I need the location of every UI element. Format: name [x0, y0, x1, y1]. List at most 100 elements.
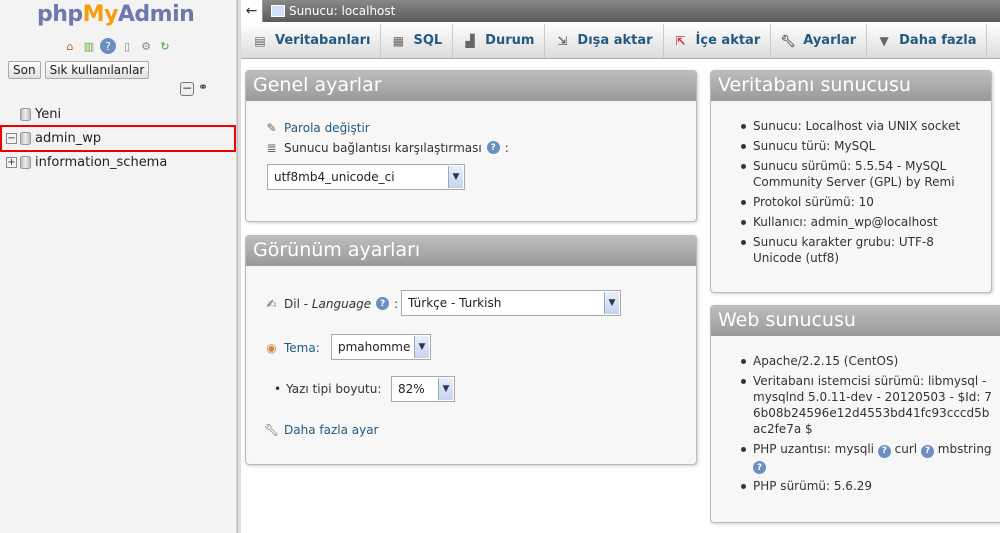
- theme-select[interactable]: pmahomme ▼: [331, 334, 431, 360]
- nav-icon-bar: ⌂ ▥ ? ▯ ⚙ ↻: [62, 38, 173, 54]
- settings-gear-icon[interactable]: ⚙: [138, 38, 154, 54]
- tree-controls: − ⚭: [180, 81, 210, 96]
- language-label-italic: Language: [311, 296, 372, 311]
- triangle-down-icon: ▼: [879, 33, 889, 48]
- tab-export[interactable]: ⇲ Dışa aktar: [545, 23, 664, 58]
- tab-label: Dışa aktar: [577, 33, 653, 48]
- change-password-row: ✎ Parola değiştir: [264, 120, 370, 135]
- home-icon[interactable]: ⌂: [62, 38, 78, 54]
- favorites-button[interactable]: Sık kullanılanlar: [44, 61, 150, 79]
- selection-highlight: [0, 125, 236, 152]
- server-icon: [271, 5, 285, 17]
- help-icon[interactable]: ?: [920, 444, 934, 458]
- panel-resizer[interactable]: [237, 0, 241, 533]
- recent-favorites-bar: Son Sık kullanılanlar: [8, 61, 150, 79]
- list-item: Kullanıcı: admin_wp@localhost: [739, 214, 981, 230]
- phpmyadmin-logo[interactable]: phpMyAdmin: [37, 2, 195, 27]
- sql-icon: ▦: [392, 33, 405, 48]
- tab-label: Daha fazla: [899, 33, 977, 48]
- language-label-text: Dil -: [284, 296, 312, 311]
- theme-palette-icon: ◉: [266, 340, 277, 355]
- font-size-row: • Yazı tipi boyutu:: [274, 382, 381, 396]
- docs-icon[interactable]: ▯: [119, 38, 135, 54]
- collation-row: ≣ Sunucu bağlantısı karşılaştırması ?:: [264, 140, 509, 155]
- server-breadcrumb-bar: ← Sunucu: localhost: [241, 0, 1000, 22]
- help-icon[interactable]: ?: [877, 444, 891, 458]
- panel-title: Genel ayarlar: [246, 71, 696, 101]
- database-icon: ▤: [254, 33, 266, 48]
- language-icon: ✍: [266, 296, 277, 311]
- tab-status[interactable]: ▟ Durum: [453, 23, 546, 58]
- font-size-value: 82%: [398, 382, 425, 396]
- list-item: Sunucu türü: MySQL: [739, 138, 981, 154]
- help-icon[interactable]: ?: [376, 297, 390, 310]
- tab-import[interactable]: ⇱ İçe aktar: [664, 23, 772, 58]
- tab-settings[interactable]: 🔧︎ Ayarlar: [771, 23, 868, 58]
- tab-databases[interactable]: ▤ Veritabanları: [243, 23, 382, 58]
- tab-label: Durum: [485, 33, 535, 48]
- server-breadcrumb[interactable]: Sunucu: localhost: [271, 4, 395, 18]
- tab-label: Veritabanları: [275, 33, 371, 48]
- chevron-down-icon: ▼: [448, 166, 463, 188]
- language-select[interactable]: Türkçe - Turkish ▼: [401, 290, 621, 316]
- php-ext-mbstring: mbstring: [937, 442, 992, 456]
- database-server-info: Sunucu: Localhost via UNIX socket Sunucu…: [711, 101, 991, 266]
- logo-php: php: [37, 2, 83, 27]
- tree-item-label: information_schema: [35, 154, 168, 170]
- panel-title: Veritabanı sunucusu: [711, 71, 991, 101]
- collation-value: utf8mb4_unicode_ci: [274, 170, 395, 184]
- list-item: PHP sürümü: 5.6.29: [739, 478, 996, 494]
- collation-select[interactable]: utf8mb4_unicode_ci ▼: [267, 164, 465, 190]
- php-ext-label: PHP uzantısı: mysqli: [753, 442, 874, 456]
- password-icon: ✎: [266, 120, 277, 135]
- help-icon[interactable]: ?: [100, 38, 116, 54]
- help-icon[interactable]: ?: [753, 461, 766, 474]
- wrench-icon: 🔧︎: [263, 422, 280, 437]
- main-tabs: ▤ Veritabanları ▦ SQL ▟ Durum ⇲ Dışa aktar ⇱…: [241, 23, 1000, 59]
- status-chart-icon: ▟: [465, 33, 475, 48]
- language-label: Dil - Language: [284, 297, 371, 311]
- list-item: Apache/2.2.15 (CentOS): [739, 353, 996, 369]
- collation-label: Sunucu bağlantısı karşılaştırması: [284, 140, 482, 155]
- database-server-panel: Veritabanı sunucusu Sunucu: Localhost vi…: [710, 70, 992, 293]
- tree-item-information-schema[interactable]: + information_schema: [6, 152, 167, 172]
- language-row: ✍ Dil - Language ?:: [264, 296, 398, 311]
- bullet: •: [274, 382, 282, 396]
- logout-icon[interactable]: ▥: [81, 38, 97, 54]
- database-icon: [20, 155, 31, 169]
- tree-item-new[interactable]: Yeni: [20, 104, 61, 124]
- theme-value: pmahomme: [338, 340, 411, 354]
- tab-sql[interactable]: ▦ SQL: [381, 23, 454, 58]
- tab-label: Ayarlar: [803, 33, 857, 48]
- php-ext-curl: curl: [894, 442, 918, 456]
- export-icon: ⇲: [557, 33, 568, 48]
- import-icon: ⇱: [675, 33, 686, 48]
- database-server-list: Sunucu: Localhost via UNIX socket Sunucu…: [739, 118, 981, 266]
- theme-link[interactable]: Tema:: [284, 341, 320, 355]
- tab-label: SQL: [413, 33, 443, 48]
- chevron-down-icon: ▼: [438, 378, 453, 400]
- logo-my: My: [82, 2, 119, 27]
- reload-icon[interactable]: ↻: [157, 38, 173, 54]
- font-size-select[interactable]: 82% ▼: [391, 376, 455, 402]
- navigation-panel: phpMyAdmin ⌂ ▥ ? ▯ ⚙ ↻ Son Sık kullanıla…: [0, 0, 237, 533]
- chevron-down-icon: ▼: [604, 292, 619, 314]
- more-settings-link[interactable]: Daha fazla ayar: [284, 423, 379, 437]
- panel-title: Web sunucusu: [711, 306, 1000, 336]
- help-icon[interactable]: ?: [486, 141, 500, 154]
- list-item: Sunucu: Localhost via UNIX socket: [739, 118, 981, 134]
- font-size-label: Yazı tipi boyutu:: [286, 382, 382, 396]
- language-value: Türkçe - Turkish: [408, 296, 502, 310]
- expand-icon[interactable]: +: [6, 156, 17, 168]
- colon: :: [394, 296, 399, 311]
- link-with-main-icon[interactable]: ⚭: [196, 81, 210, 96]
- list-item: Protokol sürümü: 10: [739, 194, 981, 210]
- colon: :: [504, 140, 509, 155]
- recent-button[interactable]: Son: [8, 61, 41, 79]
- collapse-all-icon[interactable]: −: [180, 82, 194, 96]
- web-server-panel: Web sunucusu Apache/2.2.15 (CentOS) Veri…: [710, 305, 1000, 523]
- change-password-link[interactable]: Parola değiştir: [284, 121, 370, 135]
- general-settings-panel: Genel ayarlar ✎ Parola değiştir ≣ Sunucu…: [245, 70, 697, 222]
- back-arrow-icon[interactable]: ←: [241, 0, 263, 22]
- tab-more[interactable]: ▼ Daha fazla: [867, 23, 988, 58]
